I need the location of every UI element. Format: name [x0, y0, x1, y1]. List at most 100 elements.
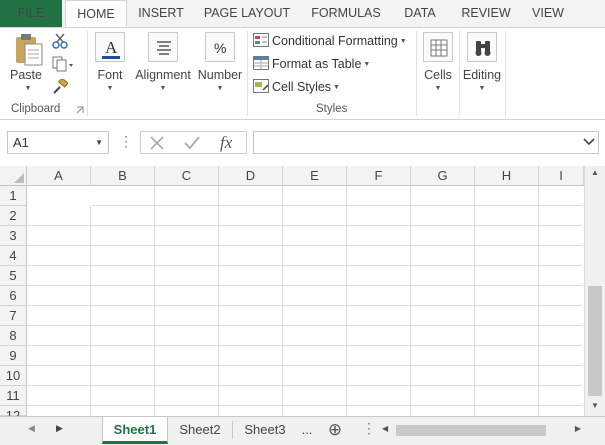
group-separator: [459, 31, 460, 116]
column-header[interactable]: D: [219, 166, 283, 186]
sheet-tab-sheet2[interactable]: Sheet2: [170, 417, 230, 442]
prev-sheet-icon[interactable]: ◀: [28, 423, 35, 434]
tab-formulas[interactable]: FORMULAS: [306, 0, 386, 27]
group-separator: [505, 31, 506, 116]
chevron-down-icon: ▼: [106, 85, 114, 92]
cell-styles-label: Cell Styles: [272, 80, 332, 94]
worksheet-grid: ABCDEFGHI 123456789101112 ▲ ▼: [0, 166, 605, 423]
chevron-down-icon: ▼: [363, 61, 371, 68]
chevron-down-icon: ▼: [216, 85, 224, 92]
group-separator: [416, 31, 417, 116]
add-sheet-icon[interactable]: ⊕: [323, 417, 347, 442]
row-header[interactable]: 10: [0, 366, 27, 386]
cell-area[interactable]: [27, 186, 582, 416]
column-header[interactable]: G: [411, 166, 475, 186]
cell-styles-icon: [253, 79, 269, 93]
chevron-down-icon: ▼: [478, 85, 486, 92]
chevron-down-icon: ▼: [434, 85, 442, 92]
chevron-down-icon: ▼: [333, 84, 340, 91]
row-header[interactable]: 4: [0, 246, 27, 266]
ribbon-tab-bar: FILE HOME INSERT PAGE LAYOUT FORMULAS DA…: [0, 0, 605, 27]
formula-bar-splitter[interactable]: ⋮: [119, 133, 133, 150]
row-header[interactable]: 6: [0, 286, 27, 306]
format-as-table-button[interactable]: Format as Table ▼: [253, 54, 370, 74]
svg-text:%: %: [214, 40, 226, 56]
scroll-left-icon[interactable]: ◀: [382, 424, 388, 433]
sheet-tab-sheet1[interactable]: Sheet1: [102, 417, 168, 444]
column-header[interactable]: C: [155, 166, 219, 186]
row-header[interactable]: 7: [0, 306, 27, 326]
dialog-launcher-icon[interactable]: [76, 106, 84, 114]
tab-home[interactable]: HOME: [65, 0, 127, 27]
tab-data[interactable]: DATA: [396, 0, 444, 27]
paste-label: Paste: [10, 68, 42, 82]
row-header[interactable]: 5: [0, 266, 27, 286]
font-icon: A: [95, 32, 125, 62]
column-header[interactable]: A: [27, 166, 91, 186]
column-header[interactable]: F: [347, 166, 411, 186]
select-all-icon: [14, 173, 24, 183]
conditional-formatting-icon: [253, 33, 269, 47]
column-header[interactable]: I: [539, 166, 584, 186]
chevron-down-icon[interactable]: ▼: [95, 132, 103, 153]
row-header[interactable]: 8: [0, 326, 27, 346]
more-sheets-button[interactable]: ...: [297, 417, 317, 442]
scroll-right-icon[interactable]: ▶: [575, 424, 581, 433]
name-box[interactable]: A1 ▼: [7, 131, 109, 154]
vertical-scrollbar[interactable]: ▲ ▼: [584, 166, 605, 416]
row-header[interactable]: 1: [0, 186, 27, 206]
select-all-corner[interactable]: [0, 166, 27, 186]
tab-file[interactable]: FILE: [0, 0, 62, 27]
tab-page-layout[interactable]: PAGE LAYOUT: [200, 0, 294, 27]
column-header[interactable]: E: [283, 166, 347, 186]
next-sheet-icon[interactable]: ▶: [56, 423, 63, 434]
percent-icon: %: [205, 32, 235, 62]
sheet-tab-bar: ◀ ▶ Sheet1 Sheet2 Sheet3 ... ⊕ ⋮ ◀ ▶: [0, 416, 605, 445]
clipboard-group-label: Clipboard: [11, 103, 61, 115]
group-separator: [247, 31, 248, 116]
cell-styles-button[interactable]: Cell Styles ▼: [253, 77, 340, 97]
cancel-icon[interactable]: [149, 135, 165, 151]
scroll-up-icon[interactable]: ▲: [585, 168, 605, 182]
selected-cell[interactable]: [27, 186, 92, 206]
horizontal-scrollbar[interactable]: ◀ ▶: [379, 422, 585, 439]
row-header[interactable]: 11: [0, 386, 27, 406]
row-header[interactable]: 12: [0, 406, 27, 423]
chevron-down-icon: ▼: [24, 85, 32, 92]
formula-tools: fx: [140, 131, 247, 154]
row-header[interactable]: 3: [0, 226, 27, 246]
formula-input[interactable]: [253, 131, 599, 154]
svg-text:A: A: [105, 38, 118, 57]
copy-icon[interactable]: [52, 56, 74, 72]
conditional-formatting-button[interactable]: Conditional Formatting ▼: [253, 31, 407, 51]
column-header[interactable]: B: [91, 166, 155, 186]
sheet-tab-divider: [232, 421, 233, 439]
binoculars-icon: [467, 32, 497, 62]
horizontal-scroll-thumb[interactable]: [396, 425, 546, 436]
cells-icon: [423, 32, 453, 62]
sheet-tab-sheet3[interactable]: Sheet3: [235, 417, 295, 442]
row-header[interactable]: 2: [0, 206, 27, 226]
tab-review[interactable]: REVIEW: [458, 0, 514, 27]
styles-group-label: Styles: [316, 103, 348, 115]
cut-icon[interactable]: [52, 33, 68, 49]
tab-view[interactable]: VIEW: [526, 0, 570, 27]
insert-function-button[interactable]: fx: [220, 133, 232, 153]
alignment-icon: [148, 32, 178, 62]
chevron-down-icon: ▼: [159, 85, 167, 92]
conditional-formatting-label: Conditional Formatting: [272, 34, 398, 48]
group-separator: [87, 31, 88, 116]
cells-label: Cells: [424, 68, 452, 82]
format-as-table-icon: [253, 56, 269, 70]
column-header[interactable]: H: [475, 166, 539, 186]
expand-formula-icon[interactable]: [582, 134, 596, 150]
chevron-down-icon: ▼: [399, 38, 407, 45]
sheet-bar-splitter[interactable]: ⋮: [362, 420, 376, 437]
row-header[interactable]: 9: [0, 346, 27, 366]
scroll-down-icon[interactable]: ▼: [585, 401, 605, 415]
format-as-table-label: Format as Table: [272, 57, 362, 71]
vertical-scroll-thumb[interactable]: [588, 286, 602, 396]
enter-check-icon[interactable]: [183, 135, 201, 151]
tab-insert[interactable]: INSERT: [130, 0, 192, 27]
format-painter-icon[interactable]: [52, 79, 68, 95]
